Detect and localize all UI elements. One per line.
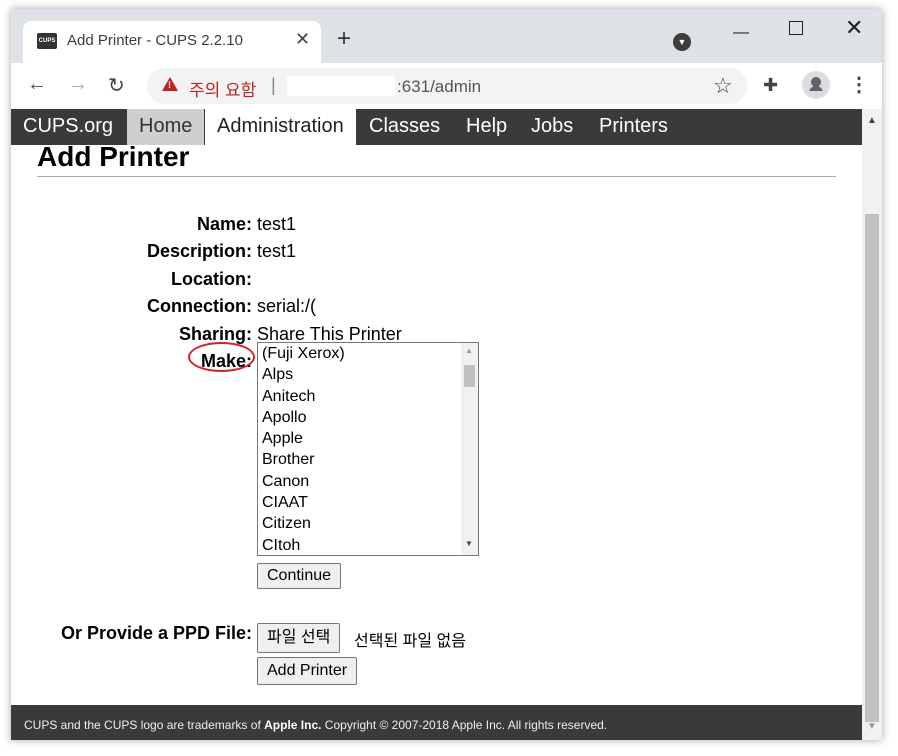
footer-company: Apple Inc. — [264, 718, 322, 732]
security-warning-text[interactable]: 주의 요함 — [189, 76, 256, 101]
cups-favicon-icon: CUPS — [37, 33, 57, 49]
make-option[interactable]: Citizen — [258, 513, 478, 534]
choose-file-button[interactable]: 파일 선택 — [257, 623, 341, 653]
nav-home[interactable]: Home — [127, 109, 205, 145]
location-label: Location: — [171, 269, 252, 289]
nav-administration[interactable]: Administration — [205, 109, 356, 145]
name-value: test1 — [257, 214, 297, 234]
description-label: Description: — [146, 241, 252, 261]
nav-help[interactable]: Help — [454, 109, 519, 145]
scroll-thumb[interactable] — [464, 365, 475, 387]
page-scroll-thumb[interactable] — [865, 214, 879, 722]
profile-avatar-icon[interactable] — [802, 71, 830, 99]
scroll-up-arrow-icon[interactable]: ▲ — [465, 346, 473, 355]
back-arrow-icon[interactable]: ← — [27, 73, 47, 96]
tab-title: Add Printer - CUPS 2.2.10 — [67, 32, 243, 49]
browser-tab[interactable]: CUPS Add Printer - CUPS 2.2.10 ✕ — [23, 21, 321, 63]
tab-search-icon[interactable]: ▼ — [673, 33, 691, 51]
make-option[interactable]: (Fuji Xerox) — [258, 343, 478, 364]
cups-navbar: CUPS.org Home Administration Classes Hel… — [11, 109, 862, 145]
make-option[interactable]: Canon — [258, 471, 478, 492]
page-scrollbar[interactable]: ▲ ▼ — [862, 109, 882, 740]
scroll-down-arrow-icon[interactable]: ▼ — [465, 539, 473, 548]
footer-prefix: CUPS and the CUPS logo are trademarks of — [24, 718, 265, 732]
forward-arrow-icon[interactable]: → — [68, 73, 88, 96]
make-option[interactable]: Apollo — [258, 407, 478, 428]
reload-icon[interactable]: ↻ — [108, 73, 125, 98]
browser-toolbar: ← → ↻ 주의 요함 | :631/admin ☆ ✚ ⋮ — [11, 63, 882, 110]
url-text[interactable]: :631/admin — [397, 77, 481, 97]
footer-suffix: Copyright © 2007-2018 Apple Inc. All rig… — [321, 718, 608, 732]
nav-cups-org[interactable]: CUPS.org — [11, 109, 126, 145]
url-separator: | — [271, 75, 276, 95]
extensions-puzzle-icon[interactable]: ✚ — [763, 75, 778, 96]
warning-triangle-icon — [162, 77, 178, 91]
make-option[interactable]: Apple — [258, 428, 478, 449]
continue-button[interactable]: Continue — [257, 563, 342, 589]
url-redacted-host — [287, 76, 395, 96]
connection-label: Connection: — [147, 296, 252, 316]
bookmark-star-icon[interactable]: ☆ — [713, 73, 733, 99]
add-printer-button[interactable]: Add Printer — [257, 657, 358, 685]
title-bar: CUPS Add Printer - CUPS 2.2.10 ✕ + ▼ — ✕ — [11, 9, 882, 63]
make-option[interactable]: CItoh — [258, 535, 478, 555]
nav-printers[interactable]: Printers — [587, 109, 680, 145]
minimize-icon[interactable]: — — [733, 24, 749, 42]
ppd-file-label: Or Provide a PPD File: — [60, 623, 252, 643]
make-option[interactable]: Brother — [258, 449, 478, 470]
no-file-chosen-text: 선택된 파일 없음 — [354, 633, 466, 650]
make-select-scrollbar[interactable]: ▲ ▼ — [461, 343, 478, 555]
make-select[interactable]: (Fuji Xerox) Alps Anitech Apollo Apple B… — [257, 342, 479, 556]
nav-classes[interactable]: Classes — [357, 109, 452, 145]
page-footer: CUPS and the CUPS logo are trademarks of… — [11, 705, 862, 740]
address-bar[interactable]: 주의 요함 | :631/admin ☆ — [147, 68, 747, 104]
window-close-icon[interactable]: ✕ — [845, 15, 863, 41]
description-value: test1 — [257, 241, 297, 261]
make-highlight-circle — [188, 342, 255, 372]
page-viewport: CUPS.org Home Administration Classes Hel… — [11, 109, 862, 740]
page-scroll-up-icon[interactable]: ▲ — [867, 115, 877, 126]
page-title: Add Printer — [37, 141, 190, 172]
nav-jobs[interactable]: Jobs — [519, 109, 585, 145]
kebab-menu-icon[interactable]: ⋮ — [849, 72, 869, 97]
name-label: Name: — [196, 214, 252, 234]
title-divider — [37, 176, 836, 177]
make-option[interactable]: Alps — [258, 364, 478, 385]
browser-window: CUPS Add Printer - CUPS 2.2.10 ✕ + ▼ — ✕… — [11, 9, 882, 740]
new-tab-icon[interactable]: + — [337, 27, 351, 51]
connection-value: serial:/( — [257, 296, 317, 316]
make-option[interactable]: CIAAT — [258, 492, 478, 513]
maximize-icon[interactable] — [789, 21, 803, 35]
make-option[interactable]: Anitech — [258, 386, 478, 407]
page-scroll-down-icon[interactable]: ▼ — [867, 721, 877, 732]
tab-close-icon[interactable]: ✕ — [295, 29, 310, 50]
